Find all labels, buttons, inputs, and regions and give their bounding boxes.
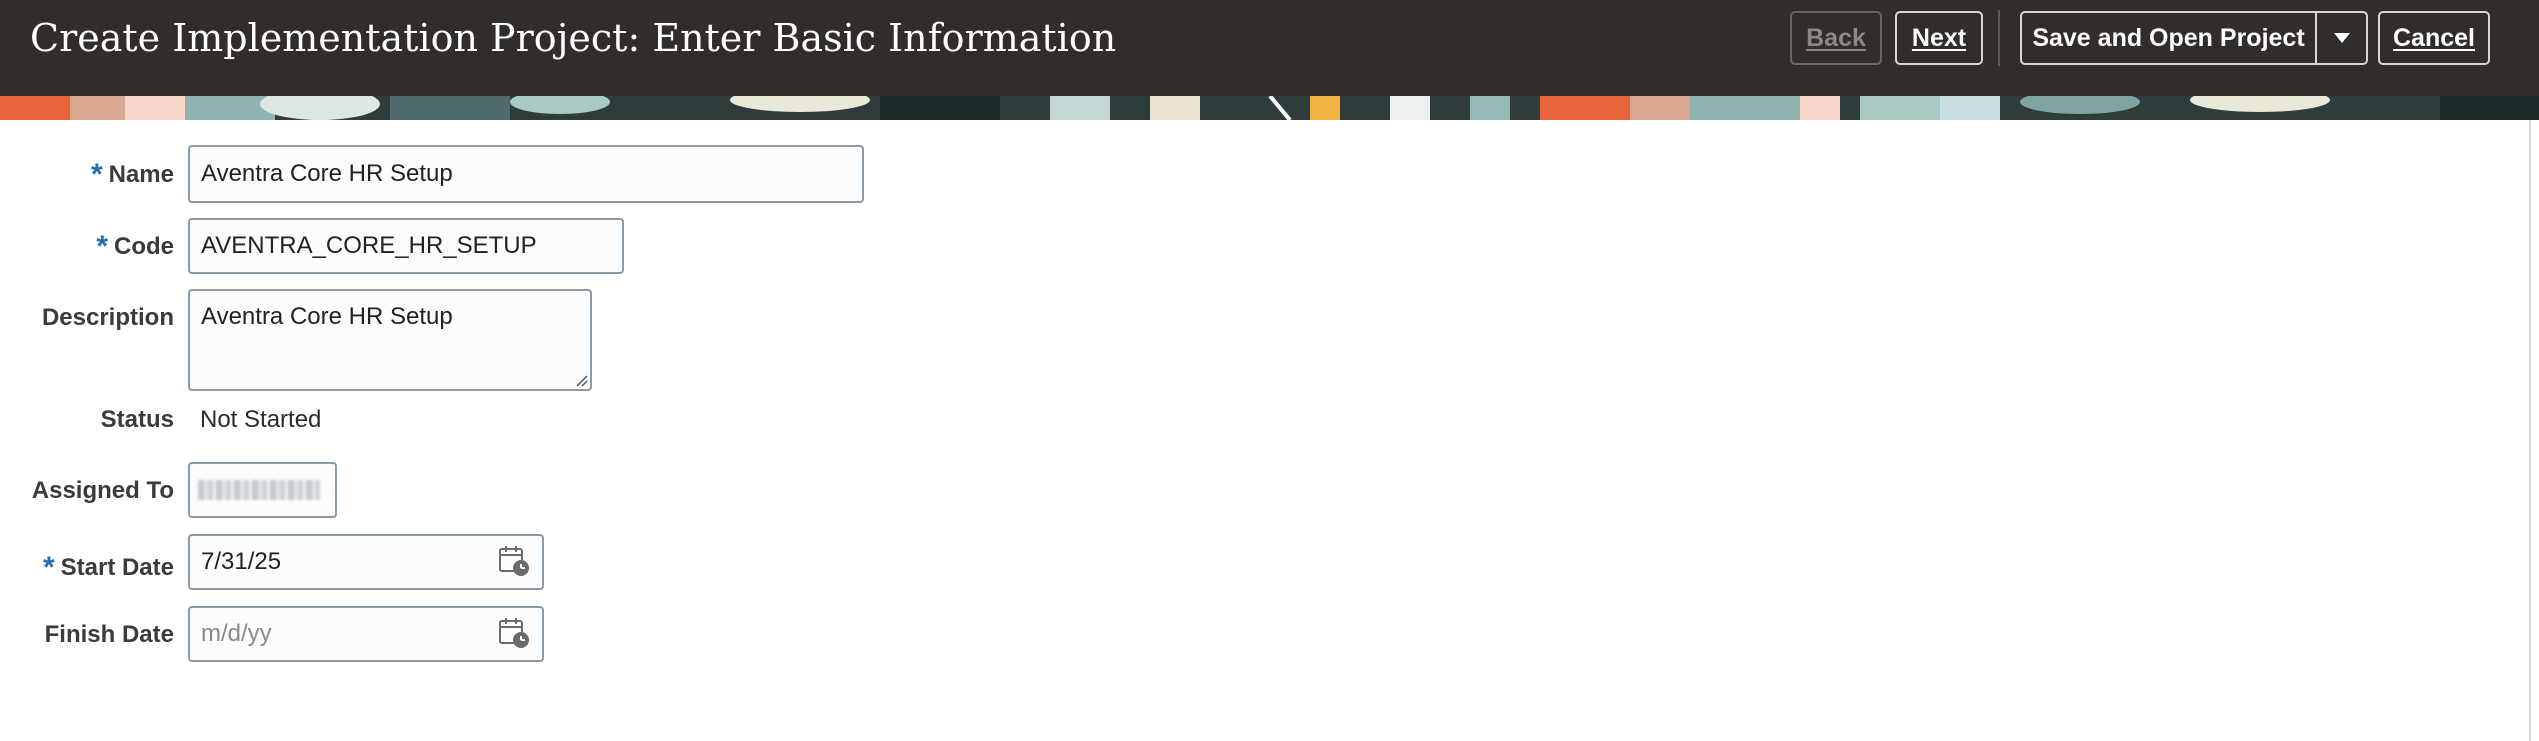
- back-button[interactable]: Back: [1790, 11, 1882, 65]
- assigned-to-select[interactable]: [188, 462, 337, 518]
- finish-date-label: Finish Date: [44, 621, 174, 648]
- code-label: * Code: [96, 230, 174, 263]
- name-input[interactable]: Aventra Core HR Setup: [188, 145, 864, 203]
- finish-date-input[interactable]: m/d/yy: [188, 606, 544, 662]
- start-date-label: * Start Date: [42, 551, 174, 584]
- code-input[interactable]: AVENTRA_CORE_HR_SETUP: [188, 218, 624, 274]
- decorative-banner: [0, 96, 2539, 120]
- status-label: Status: [100, 406, 174, 433]
- assigned-to-label: Assigned To: [31, 477, 174, 504]
- chevron-down-icon[interactable]: [2317, 13, 2366, 63]
- required-indicator: *: [90, 158, 103, 191]
- calendar-icon[interactable]: [498, 616, 532, 650]
- cancel-button[interactable]: Cancel: [2378, 11, 2490, 65]
- status-value: Not Started: [200, 406, 322, 433]
- description-label: Description: [41, 304, 174, 331]
- calendar-icon[interactable]: [498, 544, 532, 578]
- start-date-input[interactable]: 7/31/25: [188, 534, 544, 590]
- toolbar-separator: [1998, 10, 2000, 66]
- required-indicator: *: [42, 551, 55, 584]
- resize-grip-icon[interactable]: [574, 373, 588, 387]
- assigned-to-redacted-value: [198, 480, 320, 500]
- next-button[interactable]: Next: [1895, 11, 1983, 65]
- page-title: Create Implementation Project: Enter Bas…: [30, 16, 1117, 60]
- save-and-open-project-button[interactable]: Save and Open Project: [2022, 13, 2317, 63]
- page-header: Create Implementation Project: Enter Bas…: [0, 0, 2539, 96]
- required-indicator: *: [96, 230, 108, 263]
- finish-date-placeholder: m/d/yy: [201, 620, 272, 647]
- description-textarea[interactable]: Aventra Core HR Setup: [188, 289, 592, 391]
- scrollbar-edge: [2529, 120, 2531, 741]
- name-label: * Name: [90, 158, 174, 191]
- save-and-open-project-button-group: Save and Open Project: [2020, 11, 2368, 65]
